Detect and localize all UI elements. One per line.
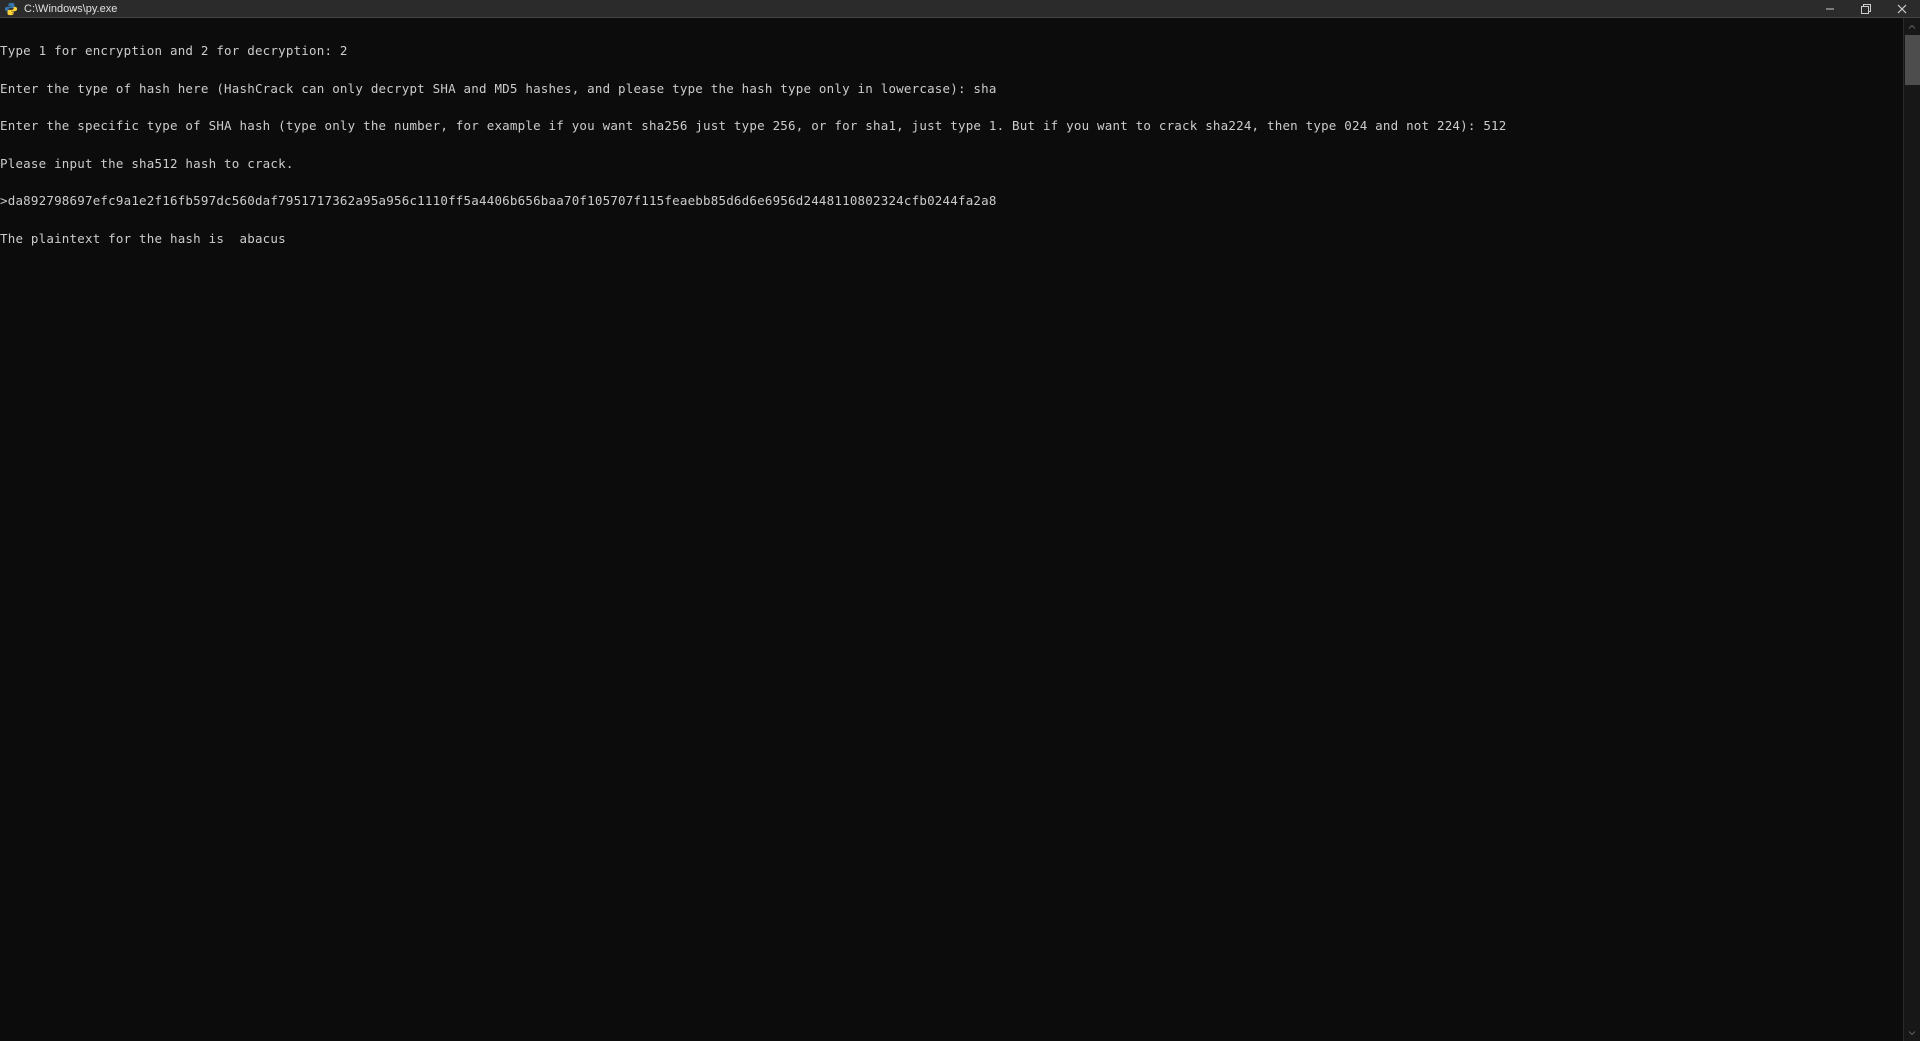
console-window: C:\Windows\py.exe [0, 0, 1920, 1041]
close-icon [1897, 4, 1907, 14]
terminal-line: Type 1 for encryption and 2 for decrypti… [0, 45, 1903, 58]
window-titlebar[interactable]: C:\Windows\py.exe [0, 0, 1920, 18]
scrollbar-down-button[interactable] [1904, 1024, 1920, 1041]
minimize-icon [1825, 4, 1835, 14]
terminal-line: The plaintext for the hash is abacus [0, 233, 1903, 246]
window-controls [1812, 0, 1920, 17]
minimize-button[interactable] [1812, 0, 1848, 18]
vertical-scrollbar[interactable] [1903, 18, 1920, 1041]
chevron-up-icon [1908, 23, 1916, 31]
window-title: C:\Windows\py.exe [24, 3, 117, 15]
terminal-line: Enter the specific type of SHA hash (typ… [0, 120, 1903, 133]
terminal-line: Please input the sha512 hash to crack. [0, 158, 1903, 171]
scrollbar-thumb[interactable] [1905, 35, 1920, 85]
python-icon [4, 2, 18, 16]
terminal-line: Enter the type of hash here (HashCrack c… [0, 83, 1903, 96]
close-button[interactable] [1884, 0, 1920, 18]
restore-icon [1861, 4, 1871, 14]
scrollbar-up-button[interactable] [1904, 18, 1920, 35]
terminal-line: >da892798697efc9a1e2f16fb597dc560daf7951… [0, 195, 1903, 208]
terminal-output[interactable]: Type 1 for encryption and 2 for decrypti… [0, 18, 1903, 1041]
terminal-area: Type 1 for encryption and 2 for decrypti… [0, 18, 1920, 1041]
chevron-down-icon [1908, 1029, 1916, 1037]
maximize-button[interactable] [1848, 0, 1884, 18]
